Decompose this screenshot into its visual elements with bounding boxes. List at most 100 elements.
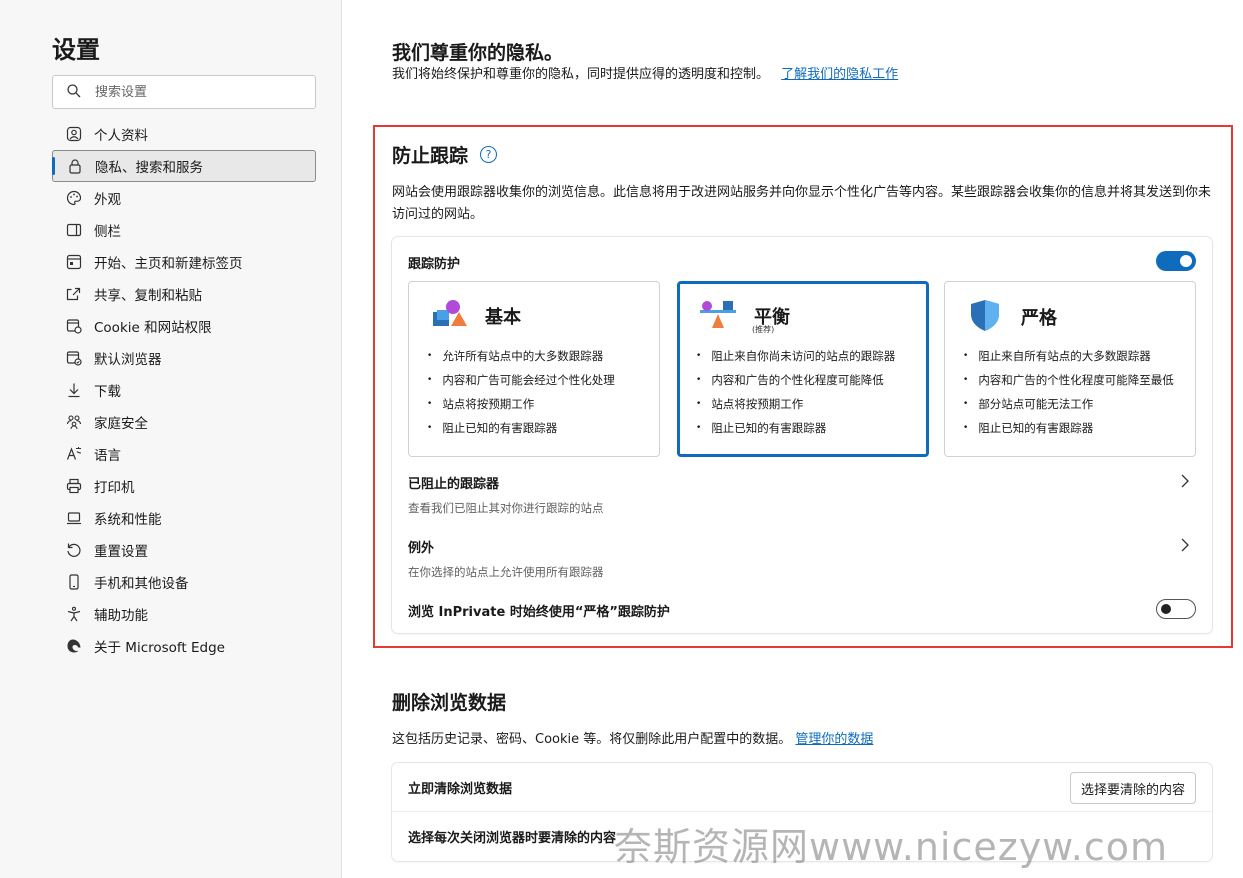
sidebar-item-share[interactable]: 共享、复制和粘贴 bbox=[52, 278, 316, 310]
level-bullet: 站点将按预期工作 bbox=[696, 392, 895, 416]
sidebar-item-profile[interactable]: 个人资料 bbox=[52, 118, 316, 150]
balance-scale-icon bbox=[698, 298, 738, 334]
sidebar-item-label: 打印机 bbox=[94, 480, 135, 496]
tracking-description: 网站会使用跟踪器收集你的浏览信息。此信息将用于改进网站服务并向你显示个性化广告等… bbox=[392, 185, 1212, 222]
watermark: 奈斯资源网www.nicezyw.com bbox=[614, 825, 1169, 869]
sidebar-item-privacy[interactable]: 隐私、搜索和服务 bbox=[52, 150, 316, 182]
sidebar-item-system[interactable]: 系统和性能 bbox=[52, 502, 316, 534]
level-bullet: 阻止已知的有害跟踪器 bbox=[696, 416, 895, 440]
tracking-title-row: 防止跟踪 ? bbox=[392, 141, 498, 168]
clear-data-description: 这包括历史记录、密码、Cookie 等。将仅删除此用户配置中的数据。 管理你的数… bbox=[392, 729, 873, 751]
level-head: 平衡 bbox=[698, 298, 790, 334]
sidebar-item-label: 下载 bbox=[94, 384, 121, 400]
inprivate-toggle[interactable] bbox=[1156, 599, 1196, 619]
inprivate-row: 浏览 InPrivate 时始终使用“严格”跟踪防护 bbox=[408, 601, 1196, 620]
clear-on-close-label: 选择每次关闭浏览器时要清除的内容 bbox=[408, 830, 617, 846]
level-bullet: 内容和广告的个性化程度可能降至最低 bbox=[963, 368, 1174, 392]
sidebar-item-label: 个人资料 bbox=[94, 128, 148, 144]
sidebar-item-start-home[interactable]: 开始、主页和新建标签页 bbox=[52, 246, 316, 278]
level-bullet: 站点将按预期工作 bbox=[427, 392, 615, 416]
level-bullets: 允许所有站点中的大多数跟踪器 内容和广告可能会经过个性化处理 站点将按预期工作 … bbox=[427, 344, 615, 440]
toggle-knob bbox=[1180, 255, 1192, 267]
sidebar-item-label: 系统和性能 bbox=[94, 512, 162, 528]
level-bullet: 部分站点可能无法工作 bbox=[963, 392, 1174, 416]
help-icon[interactable]: ? bbox=[480, 146, 498, 163]
accessibility-icon bbox=[66, 606, 82, 622]
tracking-toggle-label: 跟踪防护 bbox=[408, 257, 461, 272]
exceptions-row[interactable]: 例外 在你选择的站点上允许使用所有跟踪器 bbox=[408, 537, 1196, 580]
chevron-right-icon bbox=[1180, 537, 1192, 552]
blocked-trackers-row[interactable]: 已阻止的跟踪器 查看我们已阻止其对你进行跟踪的站点 bbox=[408, 473, 1196, 516]
sidebar: 设置 个人资料 隐私、搜索和服务 外观 侧栏 开始、主页和新建标签页 共 bbox=[0, 0, 342, 878]
sidebar-item-family[interactable]: 家庭安全 bbox=[52, 406, 316, 438]
sidebar-item-label: 家庭安全 bbox=[94, 416, 148, 432]
sidebar-item-label: 关于 Microsoft Edge bbox=[94, 640, 225, 656]
blocked-trackers-sub: 查看我们已阻止其对你进行跟踪的站点 bbox=[408, 501, 604, 515]
privacy-title: 我们尊重你的隐私。 bbox=[392, 42, 564, 64]
sidebar-item-default-browser[interactable]: 默认浏览器 bbox=[52, 342, 316, 374]
sidebar-item-label: 侧栏 bbox=[94, 224, 121, 240]
clear-data-title: 删除浏览数据 bbox=[392, 692, 507, 714]
basic-shapes-icon bbox=[429, 298, 469, 334]
choose-what-to-clear-button[interactable]: 选择要清除的内容 bbox=[1069, 772, 1196, 804]
level-bullet: 阻止来自你尚未访问的站点的跟踪器 bbox=[696, 344, 895, 368]
clear-desc-text: 这包括历史记录、密码、Cookie 等。将仅删除此用户配置中的数据。 bbox=[392, 732, 792, 747]
toggle-knob bbox=[1161, 604, 1171, 614]
search-input[interactable] bbox=[95, 84, 295, 100]
sidebar-item-label: 语言 bbox=[94, 448, 121, 464]
download-icon bbox=[66, 382, 82, 398]
level-basic-card[interactable]: 基本 允许所有站点中的大多数跟踪器 内容和广告可能会经过个性化处理 站点将按预期… bbox=[408, 281, 660, 457]
printer-icon bbox=[66, 478, 82, 494]
sidebar-item-label: 手机和其他设备 bbox=[94, 576, 189, 592]
inprivate-label: 浏览 InPrivate 时始终使用“严格”跟踪防护 bbox=[408, 605, 670, 620]
level-head: 严格 bbox=[965, 298, 1057, 336]
exceptions-sub: 在你选择的站点上允许使用所有跟踪器 bbox=[408, 565, 604, 579]
tracking-title: 防止跟踪 bbox=[392, 145, 469, 167]
level-bullet: 阻止已知的有害跟踪器 bbox=[427, 416, 615, 440]
level-name: 严格 bbox=[1021, 308, 1057, 329]
sidebar-title: 设置 bbox=[52, 36, 100, 64]
privacy-description: 我们将始终保护和尊重你的隐私，同时提供应得的透明度和控制。 了解我们的隐私工作 bbox=[392, 64, 932, 86]
shield-icon bbox=[965, 298, 1005, 336]
laptop-icon bbox=[66, 510, 82, 526]
sidebar-item-printers[interactable]: 打印机 bbox=[52, 470, 316, 502]
sidebar-item-label: 重置设置 bbox=[94, 544, 148, 560]
level-head: 基本 bbox=[429, 298, 521, 334]
sidebar-item-cookies[interactable]: Cookie 和网站权限 bbox=[52, 310, 316, 342]
level-bullet: 内容和广告可能会经过个性化处理 bbox=[427, 368, 615, 392]
sidebar-item-languages[interactable]: 语言 bbox=[52, 438, 316, 470]
palette-icon bbox=[66, 190, 82, 206]
sidebar-item-appearance[interactable]: 外观 bbox=[52, 182, 316, 214]
level-bullets: 阻止来自所有站点的大多数跟踪器 内容和广告的个性化程度可能降至最低 部分站点可能… bbox=[963, 344, 1174, 440]
sidebar-item-label: 开始、主页和新建标签页 bbox=[94, 256, 243, 272]
sidebar-item-reset[interactable]: 重置设置 bbox=[52, 534, 316, 566]
sidebar-item-label: Cookie 和网站权限 bbox=[94, 320, 212, 336]
sidebar-item-accessibility[interactable]: 辅助功能 bbox=[52, 598, 316, 630]
sidebar-item-downloads[interactable]: 下载 bbox=[52, 374, 316, 406]
share-icon bbox=[66, 286, 82, 302]
level-recommended: (推荐) bbox=[752, 325, 775, 334]
level-bullet: 允许所有站点中的大多数跟踪器 bbox=[427, 344, 615, 368]
tracking-card: 跟踪防护 基本 允许所有站点中的大多数跟踪器 内容和广告可能会经过个性化处理 站… bbox=[392, 237, 1212, 633]
manage-data-link[interactable]: 管理你的数据 bbox=[795, 732, 873, 747]
search-box[interactable] bbox=[52, 75, 316, 109]
sidebar-item-sidebar[interactable]: 侧栏 bbox=[52, 214, 316, 246]
level-strict-card[interactable]: 严格 阻止来自所有站点的大多数跟踪器 内容和广告的个性化程度可能降至最低 部分站… bbox=[944, 281, 1196, 457]
sidebar-item-about[interactable]: 关于 Microsoft Edge bbox=[52, 630, 316, 662]
level-balanced-card[interactable]: 平衡 (推荐) 阻止来自你尚未访问的站点的跟踪器 内容和广告的个性化程度可能降低… bbox=[677, 281, 929, 457]
clear-now-label: 立即清除浏览数据 bbox=[408, 781, 513, 797]
tracking-toggle[interactable] bbox=[1156, 251, 1196, 271]
exceptions-title: 例外 bbox=[408, 541, 435, 556]
privacy-desc-text: 我们将始终保护和尊重你的隐私，同时提供应得的透明度和控制。 bbox=[392, 67, 770, 82]
blocked-trackers-title: 已阻止的跟踪器 bbox=[408, 477, 500, 492]
edge-icon bbox=[66, 638, 82, 654]
sidebar-item-label: 隐私、搜索和服务 bbox=[95, 160, 203, 176]
lock-icon bbox=[67, 158, 83, 174]
search-icon bbox=[67, 83, 81, 102]
privacy-learn-more-link[interactable]: 了解我们的隐私工作 bbox=[781, 67, 898, 82]
sidebar-item-label: 辅助功能 bbox=[94, 608, 148, 624]
reset-icon bbox=[66, 542, 82, 558]
level-name: 基本 bbox=[485, 307, 521, 328]
sidebar-item-phone[interactable]: 手机和其他设备 bbox=[52, 566, 316, 598]
sidebar-nav: 个人资料 隐私、搜索和服务 外观 侧栏 开始、主页和新建标签页 共享、复制和粘贴… bbox=[52, 118, 316, 662]
